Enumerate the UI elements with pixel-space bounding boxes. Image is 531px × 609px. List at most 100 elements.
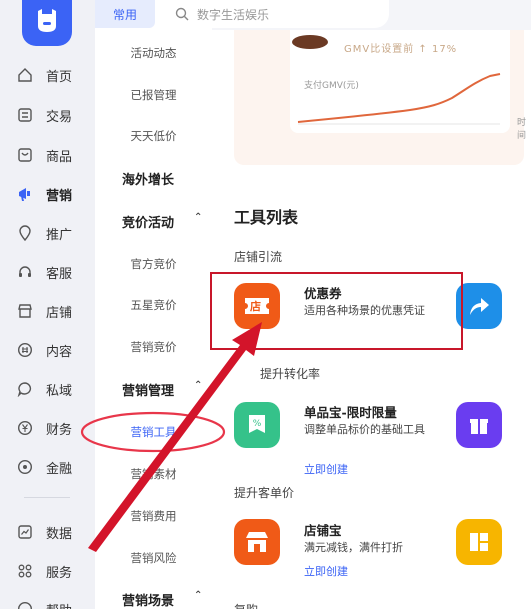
nav-store-label: 店铺 [46, 305, 73, 321]
nav-private[interactable]: 私域 [16, 378, 94, 400]
finance-icon [16, 458, 34, 476]
shop-create-link[interactable]: 立即创建 [304, 563, 348, 579]
nav-marketing[interactable]: 营销 [16, 183, 94, 205]
shop-tool-name[interactable]: 店铺宝 [304, 520, 342, 539]
submenu-five-star-bid[interactable]: 五星竞价 [95, 295, 212, 315]
nav-store[interactable]: 店铺 [16, 300, 94, 322]
category-store-traffic: 店铺引流 [234, 250, 283, 264]
nav-home[interactable]: 首页 [16, 64, 94, 86]
submenu-marketing-tools[interactable]: 营销工具 [95, 422, 212, 442]
submenu-daily-low[interactable]: 天天低价 [95, 126, 212, 146]
submenu-group-bidding[interactable]: 竞价活动 ⌃ [122, 212, 202, 231]
primary-nav-rail: 首页 交易 商品 营销 推广 客服 店铺 内容 私域 财务 金融 数据 服务 [0, 0, 95, 609]
nav-trade[interactable]: 交易 [16, 104, 94, 126]
megaphone-icon [16, 185, 34, 203]
submenu-reported[interactable]: 已报管理 [95, 85, 212, 105]
gift-icon [470, 419, 488, 434]
nav-content[interactable]: 内容 [16, 339, 94, 361]
tool-list-title: 工具列表 [234, 208, 299, 227]
app-logo[interactable] [22, 0, 72, 46]
app-root: 首页 交易 商品 营销 推广 客服 店铺 内容 私域 财务 金融 数据 服务 常… [0, 0, 531, 609]
product-icon [16, 146, 34, 164]
nav-product-label: 商品 [46, 149, 73, 165]
nav-data[interactable]: 数据 [16, 521, 94, 543]
gift-tool-icon[interactable] [456, 402, 502, 448]
submenu-group-marketing-mgmt-label: 营销管理 [122, 384, 175, 399]
nav-services-label: 服务 [46, 565, 73, 581]
nav-service-label: 客服 [46, 266, 73, 282]
layout-tool-icon[interactable] [456, 519, 502, 565]
submenu-marketing-bid[interactable]: 营销竞价 [95, 337, 212, 357]
shop-tool-icon[interactable] [234, 519, 280, 565]
single-item-tool-name[interactable]: 单品宝-限时限量 [304, 402, 397, 421]
svg-text:%: % [253, 419, 262, 429]
percent-tag-icon: % [249, 415, 265, 433]
category-repurchase: 复购 [234, 601, 258, 609]
hash-icon [16, 341, 34, 359]
category-order-value: 提升客单价 [234, 486, 295, 500]
submenu-official-bid[interactable]: 官方竞价 [95, 254, 212, 274]
chart-y-label: 支付GMV(元) [304, 81, 359, 91]
single-item-create-link[interactable]: 立即创建 [304, 461, 348, 477]
nav-help-label: 帮助 [46, 600, 72, 609]
chevron-up-icon: ⌃ [194, 590, 203, 601]
submenu-group-marketing-scene-label: 营销场景 [122, 594, 175, 609]
submenu-group-overseas[interactable]: 海外增长 [122, 169, 174, 188]
logo-icon [38, 9, 56, 32]
submenu-marketing-risk[interactable]: 营销风险 [95, 548, 212, 568]
search-icon [175, 7, 189, 21]
nav-services[interactable]: 服务 [16, 560, 94, 582]
nav-trade-label: 交易 [46, 109, 73, 125]
product-thumb [292, 35, 328, 49]
nav-product[interactable]: 商品 [16, 144, 94, 166]
nav-promotion[interactable]: 推广 [16, 222, 94, 244]
gmv-promo-card: GMV比设置前 ↑ 17% 支付GMV(元) 时间 [234, 30, 527, 165]
nav-home-label: 首页 [46, 69, 73, 85]
search-placeholder: 数字生活娱乐 [197, 7, 270, 22]
nav-promotion-label: 推广 [46, 227, 73, 243]
tab-common[interactable]: 常用 [95, 0, 155, 28]
chevron-up-icon: ⌃ [194, 212, 203, 223]
location-pin-icon [16, 224, 34, 242]
share-arrow-icon [470, 298, 489, 315]
nav-content-label: 内容 [46, 344, 73, 360]
nav-loan-label: 金融 [46, 461, 73, 477]
nav-help[interactable]: 帮助 [16, 598, 94, 609]
submenu-marketing-material[interactable]: 营销素材 [95, 464, 212, 484]
nav-divider [24, 497, 70, 498]
home-icon [16, 66, 34, 84]
submenu-group-marketing-mgmt[interactable]: 营销管理 ⌃ [122, 380, 202, 399]
marketing-submenu: 常用 活动动态 已报管理 天天低价 海外增长 竞价活动 ⌃ 官方竞价 五星竞价 营… [95, 0, 212, 609]
submenu-activity[interactable]: 活动动态 [95, 43, 212, 63]
chevron-up-icon: ⌃ [194, 380, 203, 391]
nav-finance[interactable]: 财务 [16, 417, 94, 439]
submenu-group-bidding-label: 竞价活动 [122, 216, 175, 231]
grid-icon [16, 562, 34, 580]
nav-loan[interactable]: 金融 [16, 456, 94, 478]
submenu-group-marketing-scene[interactable]: 营销场景 ⌃ [122, 590, 202, 609]
nav-marketing-label: 营销 [46, 188, 73, 204]
nav-data-label: 数据 [46, 526, 73, 542]
nav-service[interactable]: 客服 [16, 261, 94, 283]
yen-icon [16, 419, 34, 437]
trade-icon [16, 106, 34, 124]
line-chart-icon [16, 523, 34, 541]
submenu-marketing-cost[interactable]: 营销费用 [95, 506, 212, 526]
layout-grid-icon [470, 533, 488, 551]
store-icon [16, 302, 34, 320]
help-icon [16, 600, 34, 609]
single-item-tool-desc: 调整单品标价的基础工具 [304, 423, 425, 436]
storefront-icon [246, 532, 268, 552]
single-item-tool-icon[interactable]: % [234, 402, 280, 448]
chat-bubble-icon [16, 380, 34, 398]
annotation-highlight-box [210, 272, 463, 350]
gmv-uplift-text: GMV比设置前 ↑ 17% [344, 44, 458, 55]
nav-finance-label: 财务 [46, 422, 73, 438]
nav-private-label: 私域 [46, 383, 73, 399]
headset-icon [16, 263, 34, 281]
category-conversion: 提升转化率 [260, 367, 321, 381]
search-bar[interactable]: 数字生活娱乐 [165, 0, 389, 28]
shop-tool-desc: 满元减钱，满件打折 [304, 541, 403, 554]
submenu-group-overseas-label: 海外增长 [122, 173, 175, 188]
chart-x-label: 时间 [517, 118, 527, 141]
